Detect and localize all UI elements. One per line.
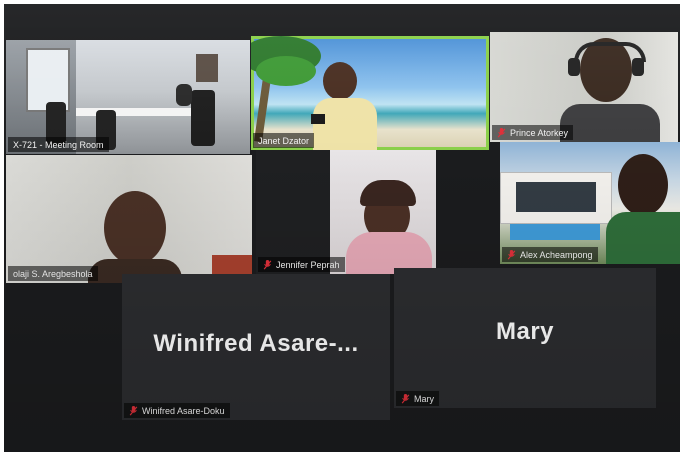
mic-muted-icon [507, 249, 516, 260]
tile-folaji-aregbeshola[interactable]: olaji S. Aregbeshola [6, 155, 252, 283]
participant-name: Janet Dzator [258, 135, 310, 146]
mic-muted-icon [263, 259, 272, 270]
zoom-gallery-screen: X-721 - Meeting Room Janet Dzator Prince… [4, 4, 680, 452]
namebar: olaji S. Aregbeshola [8, 266, 98, 281]
tile-janet-dzator[interactable]: Janet Dzator [251, 36, 489, 150]
namebar: X-721 - Meeting Room [8, 137, 109, 152]
tile-meeting-room[interactable]: X-721 - Meeting Room [6, 40, 250, 154]
display-name: Winifred Asare-... [153, 330, 359, 357]
namebar: Jennifer Peprah [258, 257, 345, 272]
mic-muted-icon [497, 127, 506, 138]
namebar: Winifred Asare-Doku [124, 403, 230, 418]
tile-mary[interactable]: Mary Mary [394, 268, 656, 408]
participant-name: Winifred Asare-Doku [142, 405, 225, 416]
display-name: Mary [495, 318, 555, 345]
participant-name: Jennifer Peprah [276, 259, 340, 270]
mic-muted-icon [129, 405, 138, 416]
namebar: Janet Dzator [253, 133, 315, 148]
tile-prince-atorkey[interactable]: Prince Atorkey [490, 32, 678, 142]
tile-winifred-asare-doku[interactable]: Winifred Asare-... Winifred Asare-Doku [122, 274, 390, 420]
namebar: Mary [396, 391, 439, 406]
tile-alex-acheampong[interactable]: Alex Acheampong [500, 142, 680, 264]
mic-muted-icon [401, 393, 410, 404]
participant-name: X-721 - Meeting Room [13, 139, 104, 150]
participant-name: olaji S. Aregbeshola [13, 268, 93, 279]
namebar: Prince Atorkey [492, 125, 574, 140]
tile-jennifer-peprah[interactable]: Jennifer Peprah [256, 150, 436, 274]
namebar: Alex Acheampong [502, 247, 598, 262]
participant-name: Mary [414, 393, 434, 404]
participant-name: Alex Acheampong [520, 249, 593, 260]
participant-name: Prince Atorkey [510, 127, 569, 138]
